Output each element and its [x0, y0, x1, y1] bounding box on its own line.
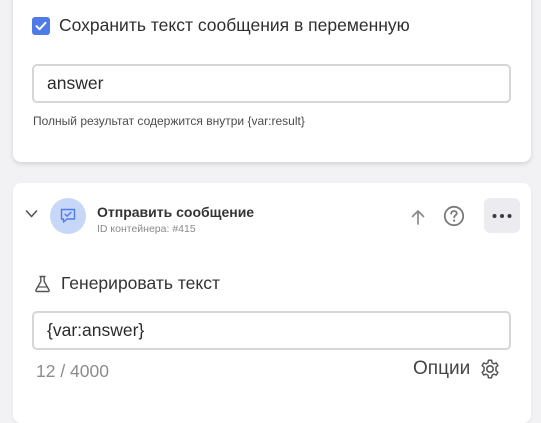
- flask-icon: [35, 275, 50, 292]
- save-to-variable-checkbox[interactable]: [32, 16, 50, 35]
- result-hint: Полный результат содержится внутри {var:…: [33, 114, 305, 128]
- chat-bubble-icon: [60, 208, 76, 223]
- message-text-value: {var:answer}: [47, 320, 145, 340]
- save-variable-card: Сохранить текст сообщения в переменную a…: [13, 0, 531, 162]
- generate-text-section: Генерировать текст: [34, 273, 220, 294]
- send-message-card: Отправить сообщение ID контейнера: #415 …: [13, 183, 531, 423]
- more-horizontal-icon: [492, 213, 512, 218]
- help-button[interactable]: [442, 204, 466, 228]
- more-actions-button[interactable]: [484, 198, 520, 233]
- variable-name-value: answer: [47, 73, 104, 93]
- save-to-variable-row[interactable]: Сохранить текст сообщения в переменную: [32, 15, 410, 36]
- block-title: Отправить сообщение: [97, 204, 255, 220]
- question-circle-icon: [443, 205, 465, 227]
- check-icon: [35, 21, 47, 30]
- generate-text-label: Генерировать текст: [61, 273, 221, 293]
- gear-icon: [481, 359, 499, 379]
- variable-name-input[interactable]: answer: [32, 64, 511, 103]
- move-up-button[interactable]: [406, 205, 430, 229]
- save-to-variable-label: Сохранить текст сообщения в переменную: [59, 15, 410, 35]
- options-button[interactable]: Опции: [413, 358, 501, 380]
- container-id: ID контейнера: #415: [97, 223, 196, 235]
- chevron-down-icon[interactable]: [25, 209, 38, 219]
- character-counter: 12 / 4000: [36, 361, 109, 381]
- options-label: Опции: [413, 358, 471, 379]
- arrow-up-icon: [411, 210, 425, 225]
- block-type-avatar: [50, 198, 86, 234]
- message-text-input[interactable]: {var:answer}: [32, 311, 511, 350]
